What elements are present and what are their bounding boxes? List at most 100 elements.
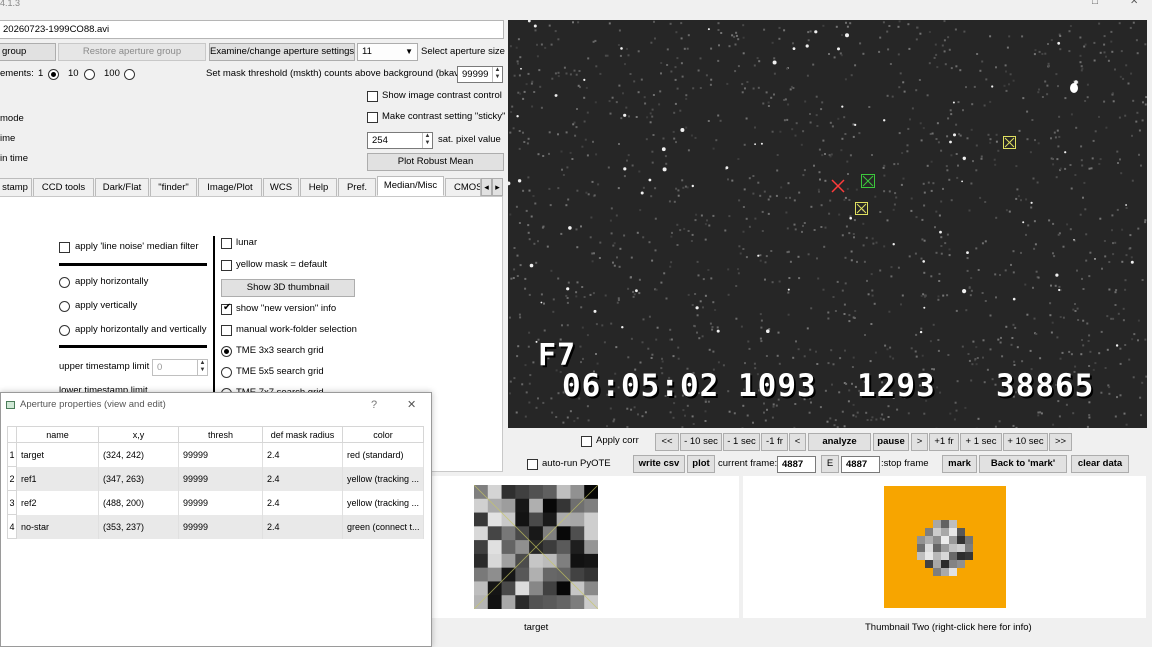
cell-radius[interactable]: 2.4	[262, 514, 343, 539]
apply-both-radio[interactable]	[59, 325, 70, 336]
tab-pref[interactable]: Pref.	[338, 178, 376, 197]
cell-xy[interactable]: (488, 200)	[98, 490, 179, 515]
thumbnail-one-panel[interactable]	[431, 476, 739, 618]
thumbnail-two-panel[interactable]	[743, 476, 1146, 618]
play-backward-button[interactable]: <	[789, 433, 806, 451]
close-icon[interactable]: ✕	[407, 398, 416, 412]
ref2-aperture-marker[interactable]	[1003, 136, 1016, 149]
ref1-aperture-marker[interactable]	[855, 202, 868, 215]
line-noise-checkbox[interactable]	[59, 242, 70, 253]
aperture-size-select[interactable]: 11 ▼	[357, 43, 418, 61]
sat-pixel-spinbox[interactable]: 254 ▲ ▼	[367, 132, 433, 149]
spin-arrows-icon[interactable]: ▲ ▼	[492, 67, 502, 82]
tab-scroll-right-icon[interactable]: ▸	[492, 178, 503, 196]
yellow-mask-checkbox[interactable]	[221, 260, 232, 271]
cell-radius[interactable]: 2.4	[262, 442, 343, 467]
cell-xy[interactable]: (353, 237)	[98, 514, 179, 539]
target-aperture-marker[interactable]	[831, 179, 845, 193]
dialog-title-bar[interactable]: Aperture properties (view and edit) ? ✕	[1, 393, 431, 417]
cell-thresh[interactable]: 99999	[178, 442, 263, 467]
apply-corr-checkbox[interactable]	[581, 436, 592, 447]
video-frame[interactable]: F7 06:05:02 1093 1293 38865	[508, 20, 1147, 428]
tab-median-misc[interactable]: Median/Misc	[377, 176, 444, 196]
current-frame-field[interactable]: 4887	[777, 456, 816, 473]
cell-thresh[interactable]: 99999	[178, 490, 263, 515]
cell-radius[interactable]: 2.4	[262, 466, 343, 491]
rewind-start-button[interactable]: <<	[655, 433, 679, 451]
restore-aperture-group-button[interactable]: Restore aperture group	[58, 43, 206, 61]
column-header-radius[interactable]: def mask radius	[262, 426, 343, 443]
back-to-mark-button[interactable]: Back to 'mark'	[979, 455, 1067, 473]
lunar-checkbox[interactable]	[221, 238, 232, 249]
back-1-sec-button[interactable]: - 1 sec	[723, 433, 760, 451]
cell-color[interactable]: yellow (tracking ...	[342, 466, 424, 491]
pause-button[interactable]: pause	[873, 433, 909, 451]
close-window-icon[interactable]: ✕	[1130, 0, 1138, 9]
increment-1-radio[interactable]	[48, 69, 59, 80]
tme5-radio[interactable]	[221, 367, 232, 378]
cell-name[interactable]: ref1	[16, 466, 99, 491]
column-header-thresh[interactable]: thresh	[178, 426, 263, 443]
mask-threshold-spinbox[interactable]: 99999 ▲ ▼	[457, 66, 503, 83]
apply-vertically-radio[interactable]	[59, 301, 70, 312]
apply-horizontally-radio[interactable]	[59, 277, 70, 288]
tab-stamp[interactable]: stamp	[0, 178, 32, 197]
tab-help[interactable]: Help	[300, 178, 337, 197]
back-10-sec-button[interactable]: - 10 sec	[680, 433, 722, 451]
tab-wcs[interactable]: WCS	[263, 178, 299, 197]
analyze-button[interactable]: analyze	[808, 433, 871, 451]
cell-radius[interactable]: 2.4	[262, 490, 343, 515]
forward-10-sec-button[interactable]: + 10 sec	[1003, 433, 1048, 451]
forward-1-frame-button[interactable]: +1 fr	[929, 433, 959, 451]
column-header-color[interactable]: color	[342, 426, 424, 443]
plot-robust-mean-button[interactable]: Plot Robust Mean	[367, 153, 504, 171]
stop-frame-field[interactable]: 4887	[841, 456, 880, 473]
cell-color[interactable]: red (standard)	[342, 442, 424, 467]
cell-thresh[interactable]: 99999	[178, 514, 263, 539]
restore-window-icon[interactable]: □	[1092, 0, 1098, 9]
back-1-frame-button[interactable]: -1 fr	[761, 433, 788, 451]
tme3-radio[interactable]	[221, 346, 232, 357]
cell-xy[interactable]: (324, 242)	[98, 442, 179, 467]
spin-arrows-icon[interactable]: ▲ ▼	[422, 133, 432, 148]
forward-1-sec-button[interactable]: + 1 sec	[960, 433, 1002, 451]
aperture-group-button[interactable]: group	[0, 43, 56, 61]
tab-ccd-tools[interactable]: CCD tools	[33, 178, 94, 197]
tab-image-plot[interactable]: Image/Plot	[198, 178, 262, 197]
cell-name[interactable]: no-star	[16, 514, 99, 539]
sticky-contrast-checkbox[interactable]	[367, 112, 378, 123]
tab-scroll-left-icon[interactable]: ◂	[481, 178, 492, 196]
help-icon[interactable]: ?	[371, 398, 377, 412]
increment-10-radio[interactable]	[84, 69, 95, 80]
show-contrast-checkbox[interactable]	[367, 91, 378, 102]
table-row[interactable]: 4 no-star (353, 237) 99999 2.4 green (co…	[7, 514, 424, 539]
column-header-name[interactable]: name	[16, 426, 99, 443]
tab-finder[interactable]: "finder"	[150, 178, 197, 197]
mark-button[interactable]: mark	[942, 455, 977, 473]
write-csv-button[interactable]: write csv	[633, 455, 685, 473]
forward-end-button[interactable]: >>	[1049, 433, 1072, 451]
file-path-field[interactable]: 20260723-1999CO88.avi	[0, 20, 504, 39]
cell-name[interactable]: target	[16, 442, 99, 467]
column-header-xy[interactable]: x,y	[98, 426, 179, 443]
e-button[interactable]: E	[821, 455, 839, 473]
clear-data-button[interactable]: clear data	[1071, 455, 1129, 473]
cell-color[interactable]: green (connect t...	[342, 514, 424, 539]
manual-folder-checkbox[interactable]	[221, 325, 232, 336]
show-3d-thumbnail-button[interactable]: Show 3D thumbnail	[221, 279, 355, 297]
cell-xy[interactable]: (347, 263)	[98, 466, 179, 491]
spin-arrows-icon[interactable]: ▲ ▼	[197, 360, 207, 375]
table-row[interactable]: 1 target (324, 242) 99999 2.4 red (stand…	[7, 442, 424, 467]
tab-cmos[interactable]: CMOS	[445, 178, 481, 197]
table-row[interactable]: 2 ref1 (347, 263) 99999 2.4 yellow (trac…	[7, 466, 424, 491]
no-star-aperture-marker[interactable]	[861, 174, 875, 188]
table-row[interactable]: 3 ref2 (488, 200) 99999 2.4 yellow (trac…	[7, 490, 424, 515]
tab-dark-flat[interactable]: Dark/Flat	[95, 178, 149, 197]
cell-thresh[interactable]: 99999	[178, 466, 263, 491]
cell-name[interactable]: ref2	[16, 490, 99, 515]
increment-100-radio[interactable]	[124, 69, 135, 80]
auto-run-pyote-checkbox[interactable]	[527, 459, 538, 470]
cell-color[interactable]: yellow (tracking ...	[342, 490, 424, 515]
play-forward-button[interactable]: >	[911, 433, 928, 451]
examine-aperture-settings-button[interactable]: Examine/change aperture settings	[209, 43, 355, 61]
